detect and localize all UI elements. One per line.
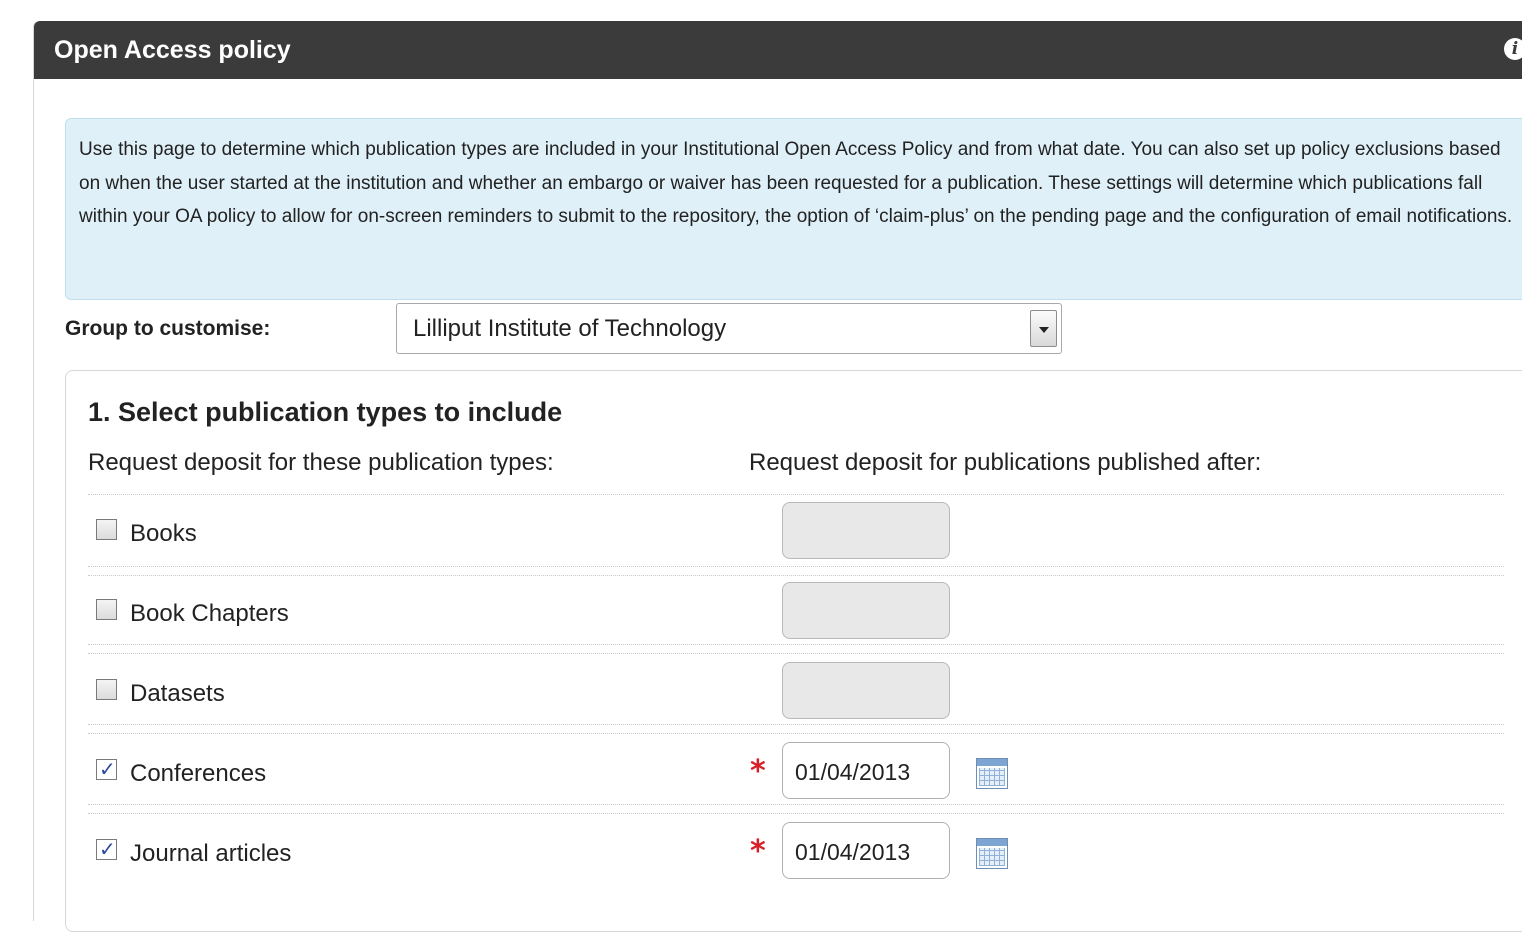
group-select-value: Lilliput Institute of Technology	[413, 315, 727, 342]
required-indicator: *	[750, 834, 766, 869]
datasets-checkbox[interactable]	[96, 679, 117, 700]
journal-articles-checkbox[interactable]	[96, 837, 117, 861]
panel-header: Open Access policy i	[34, 21, 1522, 79]
calendar-icon[interactable]	[976, 758, 1008, 789]
calendar-icon[interactable]	[976, 838, 1008, 869]
row-label: Books	[130, 520, 197, 547]
info-icon[interactable]: i	[1504, 38, 1522, 60]
publication-row-books: Books	[88, 502, 1504, 562]
conferences-date-field[interactable]: 01/04/2013	[782, 742, 950, 799]
date-value: 01/04/2013	[795, 839, 911, 865]
row-divider	[88, 494, 1504, 495]
group-label: Group to customise:	[65, 317, 271, 340]
row-divider	[88, 804, 1504, 814]
book-chapters-date-field[interactable]	[782, 582, 950, 639]
column-header-types: Request deposit for these publication ty…	[88, 449, 554, 476]
row-label: Journal articles	[130, 840, 292, 867]
conferences-checkbox[interactable]	[96, 757, 117, 781]
info-message: Use this page to determine which publica…	[65, 118, 1522, 300]
row-divider	[88, 644, 1504, 654]
chevron-down-icon[interactable]	[1030, 310, 1057, 347]
row-label: Conferences	[130, 760, 267, 787]
row-label: Book Chapters	[130, 600, 289, 627]
page-title: Open Access policy	[54, 36, 291, 64]
group-select[interactable]: Lilliput Institute of Technology	[396, 303, 1062, 354]
books-checkbox[interactable]	[96, 519, 117, 540]
publication-row-journal-articles: Journal articles * 01/04/2013	[88, 822, 1504, 882]
required-indicator: *	[750, 754, 766, 789]
datasets-date-field[interactable]	[782, 662, 950, 719]
publication-row-datasets: Datasets	[88, 662, 1504, 722]
book-chapters-checkbox[interactable]	[96, 599, 117, 620]
journal-articles-date-field[interactable]: 01/04/2013	[782, 822, 950, 879]
open-access-policy-panel: Open Access policy i Use this page to de…	[33, 21, 1522, 932]
publication-row-book-chapters: Book Chapters	[88, 582, 1504, 642]
date-value: 01/04/2013	[795, 759, 911, 785]
row-divider	[88, 566, 1504, 576]
section-title: 1. Select publication types to include	[88, 397, 563, 427]
row-label: Datasets	[130, 680, 225, 707]
publication-types-section: 1. Select publication types to include R…	[65, 370, 1522, 932]
books-date-field[interactable]	[782, 502, 950, 559]
row-divider	[88, 724, 1504, 734]
publication-row-conferences: Conferences * 01/04/2013	[88, 742, 1504, 802]
info-message-text: Use this page to determine which publica…	[79, 139, 1513, 227]
column-header-date: Request deposit for publications publish…	[749, 449, 1262, 476]
